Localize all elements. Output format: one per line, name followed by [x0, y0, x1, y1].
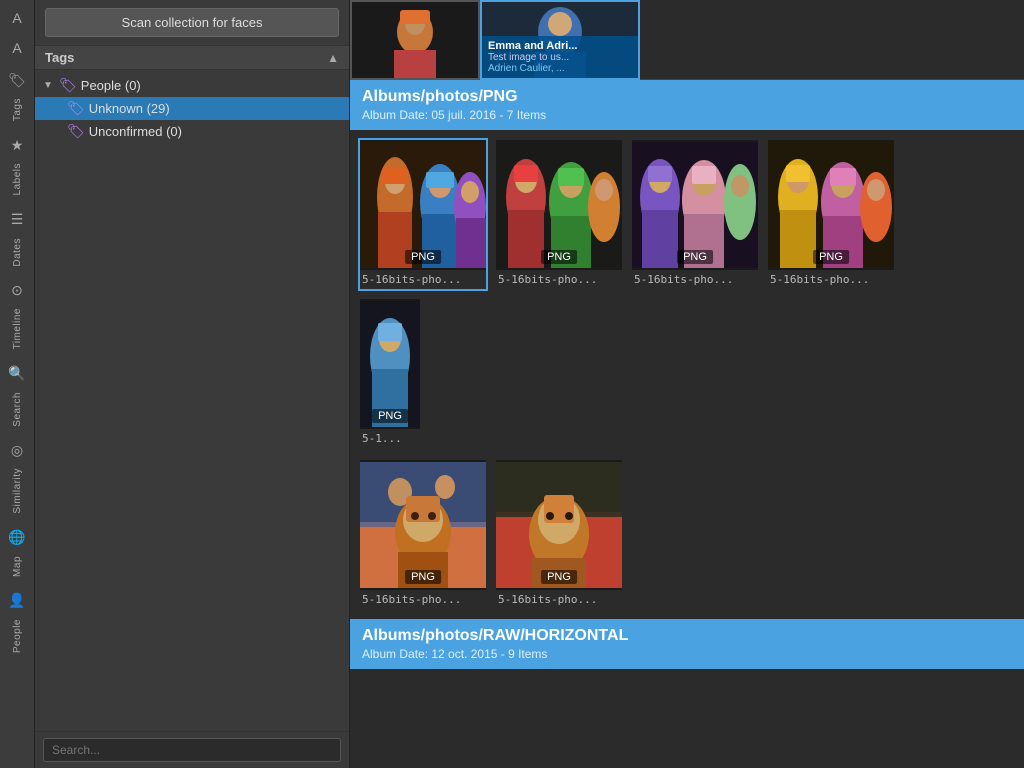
- similarity-icon: ◎: [3, 436, 31, 464]
- labels-icon: ★: [3, 131, 31, 159]
- preview-thumb-1[interactable]: [350, 0, 480, 80]
- tags-header[interactable]: Tags ▲: [35, 45, 349, 70]
- search-icon: 🔍: [3, 360, 31, 388]
- photo-label-4: PNG: [813, 250, 849, 264]
- tree-arrow-people: ▼: [43, 80, 55, 91]
- photo-item-2[interactable]: PNG 5-16bits-pho...: [494, 138, 624, 291]
- people-icon: 👤: [3, 587, 31, 615]
- timeline-label: Timeline: [10, 304, 25, 353]
- album-date-raw: Album Date: 12 oct. 2015 - 9 Items: [362, 647, 1012, 661]
- tree-item-people[interactable]: ▼ 🏷 People (0): [35, 74, 349, 97]
- photo-item-3[interactable]: PNG 5-16bits-pho...: [630, 138, 760, 291]
- album-header-raw: Albums/photos/RAW/HORIZONTAL Album Date:…: [350, 619, 1024, 669]
- sidebar-group-similarity[interactable]: ◎ Similarity: [3, 434, 31, 520]
- photo-item-7[interactable]: PNG 5-16bits-pho...: [494, 458, 624, 611]
- tree-label-unconfirmed: Unconfirmed (0): [89, 124, 182, 139]
- similarity-label: Similarity: [10, 464, 25, 518]
- photo-thumb-7: PNG: [496, 460, 622, 590]
- album-section-raw: Albums/photos/RAW/HORIZONTAL Album Date:…: [350, 619, 1024, 669]
- panel: Scan collection for faces Tags ▲ ▼ 🏷 Peo…: [35, 0, 350, 768]
- search-bar: [35, 731, 349, 768]
- sidebar-group-search[interactable]: 🔍 Search: [3, 358, 31, 433]
- sidebar-group-dates[interactable]: ☰ Dates: [3, 204, 31, 273]
- sidebar: A A 🏷 Tags ★ Labels ☰ Dates ⊙ Timeline 🔍…: [0, 0, 35, 768]
- photo-name-6: 5-16bits-pho...: [360, 590, 486, 609]
- tags-header-label: Tags: [45, 50, 74, 65]
- tree-item-unknown[interactable]: 🏷 Unknown (29): [35, 97, 349, 120]
- photo-label-2: PNG: [541, 250, 577, 264]
- photo-thumb-6: PNG: [360, 460, 486, 590]
- tags-label: Tags: [10, 94, 25, 125]
- sidebar-group-timeline[interactable]: ⊙ Timeline: [3, 274, 31, 355]
- map-label: Map: [10, 552, 25, 581]
- photo-name-3: 5-16bits-pho...: [632, 270, 758, 289]
- album-title-raw: Albums/photos/RAW/HORIZONTAL: [362, 627, 1012, 645]
- photo-label-6: PNG: [405, 570, 441, 584]
- sidebar-icon-a2[interactable]: A: [3, 34, 31, 62]
- photo-label-5: PNG: [372, 409, 408, 423]
- tag-tree: ▼ 🏷 People (0) 🏷 Unknown (29) 🏷 Unconfir…: [35, 70, 349, 731]
- tags-icon: 🏷: [3, 66, 31, 94]
- photo-item-1[interactable]: PNG 5-16bits-pho...: [358, 138, 488, 291]
- dates-icon: ☰: [3, 206, 31, 234]
- album-section-png: Albums/photos/PNG Album Date: 05 juil. 2…: [350, 80, 1024, 619]
- people-label: People: [10, 615, 25, 657]
- timeline-icon: ⊙: [3, 276, 31, 304]
- photo-label-7: PNG: [541, 570, 577, 584]
- photo-label-3: PNG: [677, 250, 713, 264]
- photo-label-1: PNG: [405, 250, 441, 264]
- sidebar-group-map[interactable]: 🌐 Map: [3, 522, 31, 583]
- tree-label-people: People (0): [81, 78, 141, 93]
- photo-name-1: 5-16bits-pho...: [360, 270, 486, 289]
- photo-thumb-1: PNG: [360, 140, 486, 270]
- photo-item-6[interactable]: PNG 5-16bits-pho...: [358, 458, 488, 611]
- tags-collapse-icon[interactable]: ▲: [327, 51, 339, 65]
- album-title-png: Albums/photos/PNG: [362, 88, 1012, 106]
- main-content: Emma and Adri... Test image to us... Adr…: [350, 0, 1024, 768]
- sidebar-group-tags[interactable]: 🏷 Tags: [3, 64, 31, 127]
- search-input[interactable]: [43, 738, 341, 762]
- preview-thumb-selected[interactable]: Emma and Adri... Test image to us... Adr…: [480, 0, 640, 80]
- sidebar-group-labels[interactable]: ★ Labels: [3, 129, 31, 201]
- photo-name-2: 5-16bits-pho...: [496, 270, 622, 289]
- tree-icon-unconfirmed: 🏷: [67, 123, 85, 140]
- photo-name-4: 5-16bits-pho...: [768, 270, 894, 289]
- sidebar-icon-a1[interactable]: A: [3, 4, 31, 32]
- tree-label-unknown: Unknown (29): [89, 101, 170, 116]
- photos-grid-png: PNG 5-16bits-pho...: [350, 130, 1024, 458]
- photo-thumb-5: PNG: [360, 299, 420, 429]
- preview-desc: Test image to us...: [488, 52, 632, 63]
- labels-label: Labels: [10, 159, 25, 199]
- photo-name-5: 5-1...: [360, 429, 486, 448]
- photo-thumb-4: PNG: [768, 140, 894, 270]
- photo-thumb-2: PNG: [496, 140, 622, 270]
- tree-icon-people: 🏷: [59, 77, 77, 94]
- photo-item-4[interactable]: PNG 5-16bits-pho...: [766, 138, 896, 291]
- photo-thumb-3: PNG: [632, 140, 758, 270]
- album-header-png: Albums/photos/PNG Album Date: 05 juil. 2…: [350, 80, 1024, 130]
- search-label: Search: [10, 388, 25, 431]
- photos-grid-png-row2: PNG 5-16bits-pho...: [350, 458, 1024, 619]
- scan-button[interactable]: Scan collection for faces: [45, 8, 339, 37]
- preview-title: Emma and Adri...: [488, 40, 632, 52]
- tree-icon-unknown: 🏷: [67, 100, 85, 117]
- tree-item-unconfirmed[interactable]: 🏷 Unconfirmed (0): [35, 120, 349, 143]
- photo-item-5[interactable]: PNG 5-1...: [358, 297, 488, 450]
- sidebar-group-people[interactable]: 👤 People: [3, 585, 31, 659]
- album-date-png: Album Date: 05 juil. 2016 - 7 Items: [362, 108, 1012, 122]
- map-icon: 🌐: [3, 524, 31, 552]
- photo-name-7: 5-16bits-pho...: [496, 590, 622, 609]
- preview-strip: Emma and Adri... Test image to us... Adr…: [350, 0, 1024, 80]
- preview-link: Adrien Caulier, ...: [488, 63, 632, 74]
- dates-label: Dates: [10, 234, 25, 271]
